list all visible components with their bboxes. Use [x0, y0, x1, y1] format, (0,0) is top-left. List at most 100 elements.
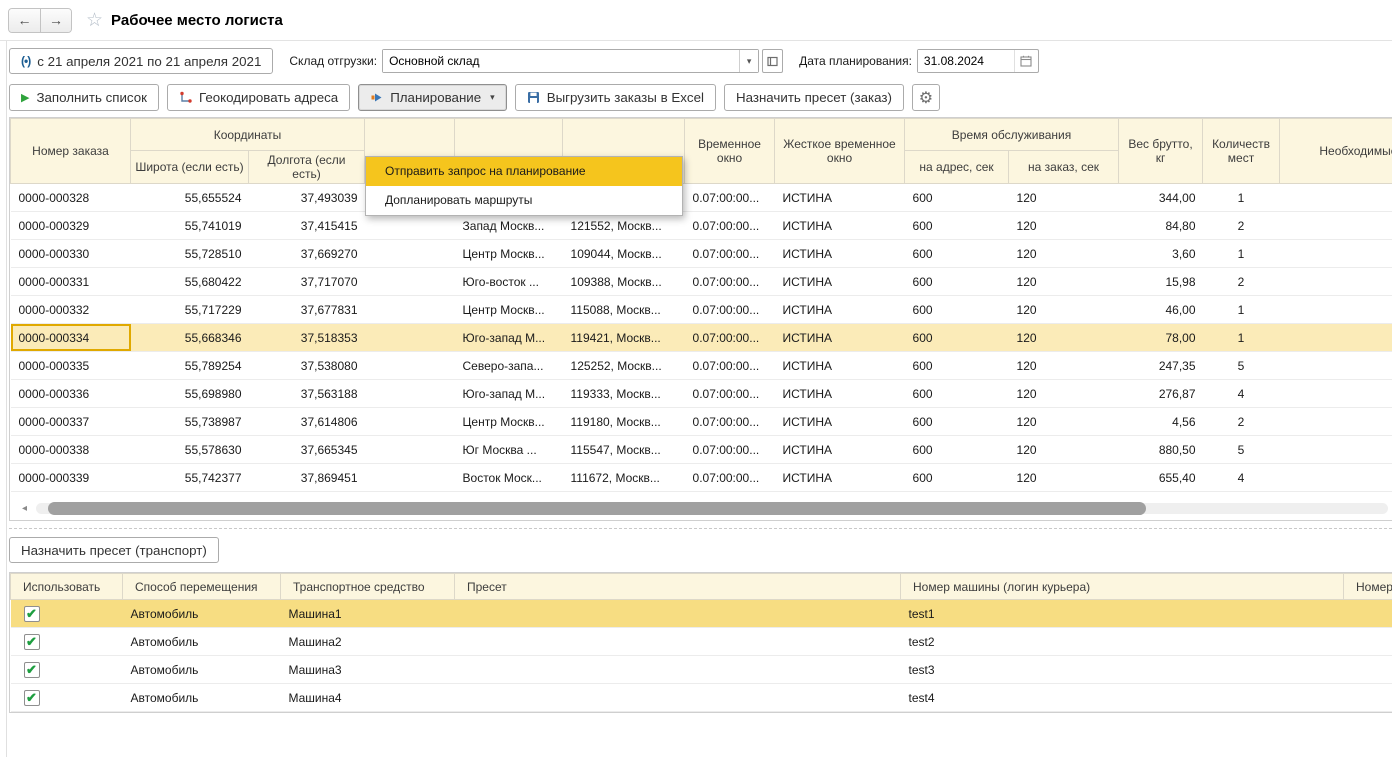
forward-button[interactable]: → — [40, 9, 71, 32]
order-number-cell: 0000-000335 — [11, 352, 131, 380]
check-icon: ✔ — [26, 691, 37, 704]
places-cell: 5 — [1203, 436, 1280, 464]
col-number[interactable]: Номер — [1344, 574, 1392, 600]
service-addr-cell: 600 — [905, 352, 1009, 380]
lon-cell: 37,669270 — [249, 240, 365, 268]
fill-list-button[interactable]: ▶ Заполнить список — [9, 84, 159, 111]
col-preset[interactable]: Пресет — [455, 574, 901, 600]
orders-table-container: Номер заказа Координаты Временное окно Ж… — [9, 117, 1392, 521]
order-row[interactable]: 0000-000337 55,738987 37,614806 Центр Мо… — [11, 408, 1392, 436]
col-login[interactable]: Номер машины (логин курьера) — [901, 574, 1344, 600]
geocode-button[interactable]: Геокодировать адреса — [167, 84, 350, 111]
planning-menu-item[interactable]: Отправить запрос на планирование — [366, 157, 682, 186]
service-order-cell: 120 — [1009, 436, 1119, 464]
transport-row[interactable]: ✔ Автомобиль Машина3 test3 — [11, 656, 1392, 684]
settings-button[interactable]: ⚙ — [912, 84, 940, 111]
col-time-window[interactable]: Временное окно — [685, 119, 775, 184]
transport-table: Использовать Способ перемещения Транспор… — [10, 573, 1392, 712]
col-service-group[interactable]: Время обслуживания — [905, 119, 1119, 151]
order-row[interactable]: 0000-000331 55,680422 37,717070 Юго-вост… — [11, 268, 1392, 296]
calendar-button[interactable] — [1014, 50, 1038, 72]
use-checkbox[interactable]: ✔ — [24, 690, 40, 706]
planning-date-input[interactable] — [918, 50, 1014, 72]
planning-menu-button[interactable]: Планирование ▾ — [358, 84, 507, 111]
props-cell — [1280, 296, 1392, 324]
lat-cell: 55,789254 — [131, 352, 249, 380]
col-use[interactable]: Использовать — [11, 574, 123, 600]
col-lat[interactable]: Широта (если есть) — [131, 151, 249, 184]
order-number-cell: 0000-000338 — [11, 436, 131, 464]
order-row[interactable]: 0000-000332 55,717229 37,677831 Центр Мо… — [11, 296, 1392, 324]
order-row[interactable]: 0000-000335 55,789254 37,538080 Северо-з… — [11, 352, 1392, 380]
use-checkbox[interactable]: ✔ — [24, 606, 40, 622]
col-coordinates-group[interactable]: Координаты — [131, 119, 365, 151]
transport-row[interactable]: ✔ Автомобиль Машина2 test2 — [11, 628, 1392, 656]
chevron-down-icon: ▾ — [747, 56, 752, 67]
lat-cell: 55,717229 — [131, 296, 249, 324]
col-hard-window[interactable]: Жесткое временное окно — [775, 119, 905, 184]
transport-rows: ✔ Автомобиль Машина1 test1 ✔ — [11, 600, 1392, 712]
col-weight[interactable]: Вес брутто, кг — [1119, 119, 1203, 184]
section-splitter[interactable] — [9, 528, 1392, 529]
weight-cell: 4,56 — [1119, 408, 1203, 436]
use-cell: ✔ — [11, 628, 123, 656]
col-lon[interactable]: Долгота (если есть) — [249, 151, 365, 184]
hard-window-cell: ИСТИНА — [775, 352, 905, 380]
period-icon: (•) — [21, 54, 30, 68]
service-order-cell: 120 — [1009, 268, 1119, 296]
orders-rows: 0000-000328 55,655524 37,493039 Юго-запа… — [11, 184, 1392, 492]
order-row[interactable]: 0000-000339 55,742377 37,869451 Восток М… — [11, 464, 1392, 492]
nav-buttons: ← → — [8, 8, 72, 33]
assign-preset-transport-label: Назначить пресет (транспорт) — [21, 543, 207, 558]
warehouse-input[interactable] — [383, 50, 739, 72]
col-service-addr[interactable]: на адрес, сек — [905, 151, 1009, 184]
hard-window-cell: ИСТИНА — [775, 436, 905, 464]
geocode-axes-icon — [179, 91, 192, 104]
col-vehicle[interactable]: Транспортное средство — [281, 574, 455, 600]
address-cell: 115547, Москв... — [563, 436, 685, 464]
back-button[interactable]: ← — [9, 9, 40, 32]
places-cell: 4 — [1203, 464, 1280, 492]
toolbar: ▶ Заполнить список Геокодировать адреса … — [9, 84, 1392, 111]
period-button[interactable]: (•) с 21 апреля 2021 по 21 апреля 2021 — [9, 48, 273, 74]
assign-preset-order-button[interactable]: Назначить пресет (заказ) — [724, 84, 904, 111]
col-places[interactable]: Количеств мест — [1203, 119, 1280, 184]
favorite-star-icon[interactable]: ☆ — [86, 9, 103, 32]
weight-cell: 46,00 — [1119, 296, 1203, 324]
forward-icon: → — [49, 12, 63, 28]
orders-table: Номер заказа Координаты Временное окно Ж… — [10, 118, 1392, 492]
district-cell: Юго-восток ... — [455, 268, 563, 296]
service-order-cell: 120 — [1009, 324, 1119, 352]
order-row[interactable]: 0000-000328 55,655524 37,493039 Юго-запа… — [11, 184, 1392, 212]
service-addr-cell: 600 — [905, 296, 1009, 324]
col-props[interactable]: Необходимые сво — [1280, 119, 1392, 184]
order-row[interactable]: 0000-000334 55,668346 37,518353 Юго-запа… — [11, 324, 1392, 352]
order-row[interactable]: 0000-000330 55,728510 37,669270 Центр Мо… — [11, 240, 1392, 268]
scroll-left-button[interactable]: ◂ — [22, 502, 34, 515]
service-addr-cell: 600 — [905, 268, 1009, 296]
col-order-number[interactable]: Номер заказа — [11, 119, 131, 184]
lat-cell: 55,738987 — [131, 408, 249, 436]
export-excel-button[interactable]: Выгрузить заказы в Excel — [515, 84, 716, 111]
warehouse-open-button[interactable] — [762, 49, 783, 73]
transport-row[interactable]: ✔ Автомобиль Машина1 test1 — [11, 600, 1392, 628]
order-row[interactable]: 0000-000338 55,578630 37,665345 Юг Москв… — [11, 436, 1392, 464]
use-checkbox[interactable]: ✔ — [24, 662, 40, 678]
number-cell — [1344, 600, 1392, 628]
weight-cell: 276,87 — [1119, 380, 1203, 408]
filter-row: (•) с 21 апреля 2021 по 21 апреля 2021 С… — [9, 47, 1392, 75]
col-method[interactable]: Способ перемещения — [123, 574, 281, 600]
planning-menu-item[interactable]: Допланировать маршруты — [366, 186, 682, 215]
zone-cell — [365, 296, 455, 324]
col-service-order[interactable]: на заказ, сек — [1009, 151, 1119, 184]
check-icon: ✔ — [26, 635, 37, 648]
scrollbar-thumb[interactable] — [48, 502, 1146, 515]
order-row[interactable]: 0000-000336 55,698980 37,563188 Юго-запа… — [11, 380, 1392, 408]
order-row[interactable]: 0000-000329 55,741019 37,415415 Запад Мо… — [11, 212, 1392, 240]
assign-preset-transport-button[interactable]: Назначить пресет (транспорт) — [9, 537, 219, 563]
transport-row[interactable]: ✔ Автомобиль Машина4 test4 — [11, 684, 1392, 712]
order-number-cell: 0000-000332 — [11, 296, 131, 324]
warehouse-dropdown-button[interactable]: ▾ — [739, 50, 758, 72]
use-checkbox[interactable]: ✔ — [24, 634, 40, 650]
planning-date-field — [917, 49, 1039, 73]
